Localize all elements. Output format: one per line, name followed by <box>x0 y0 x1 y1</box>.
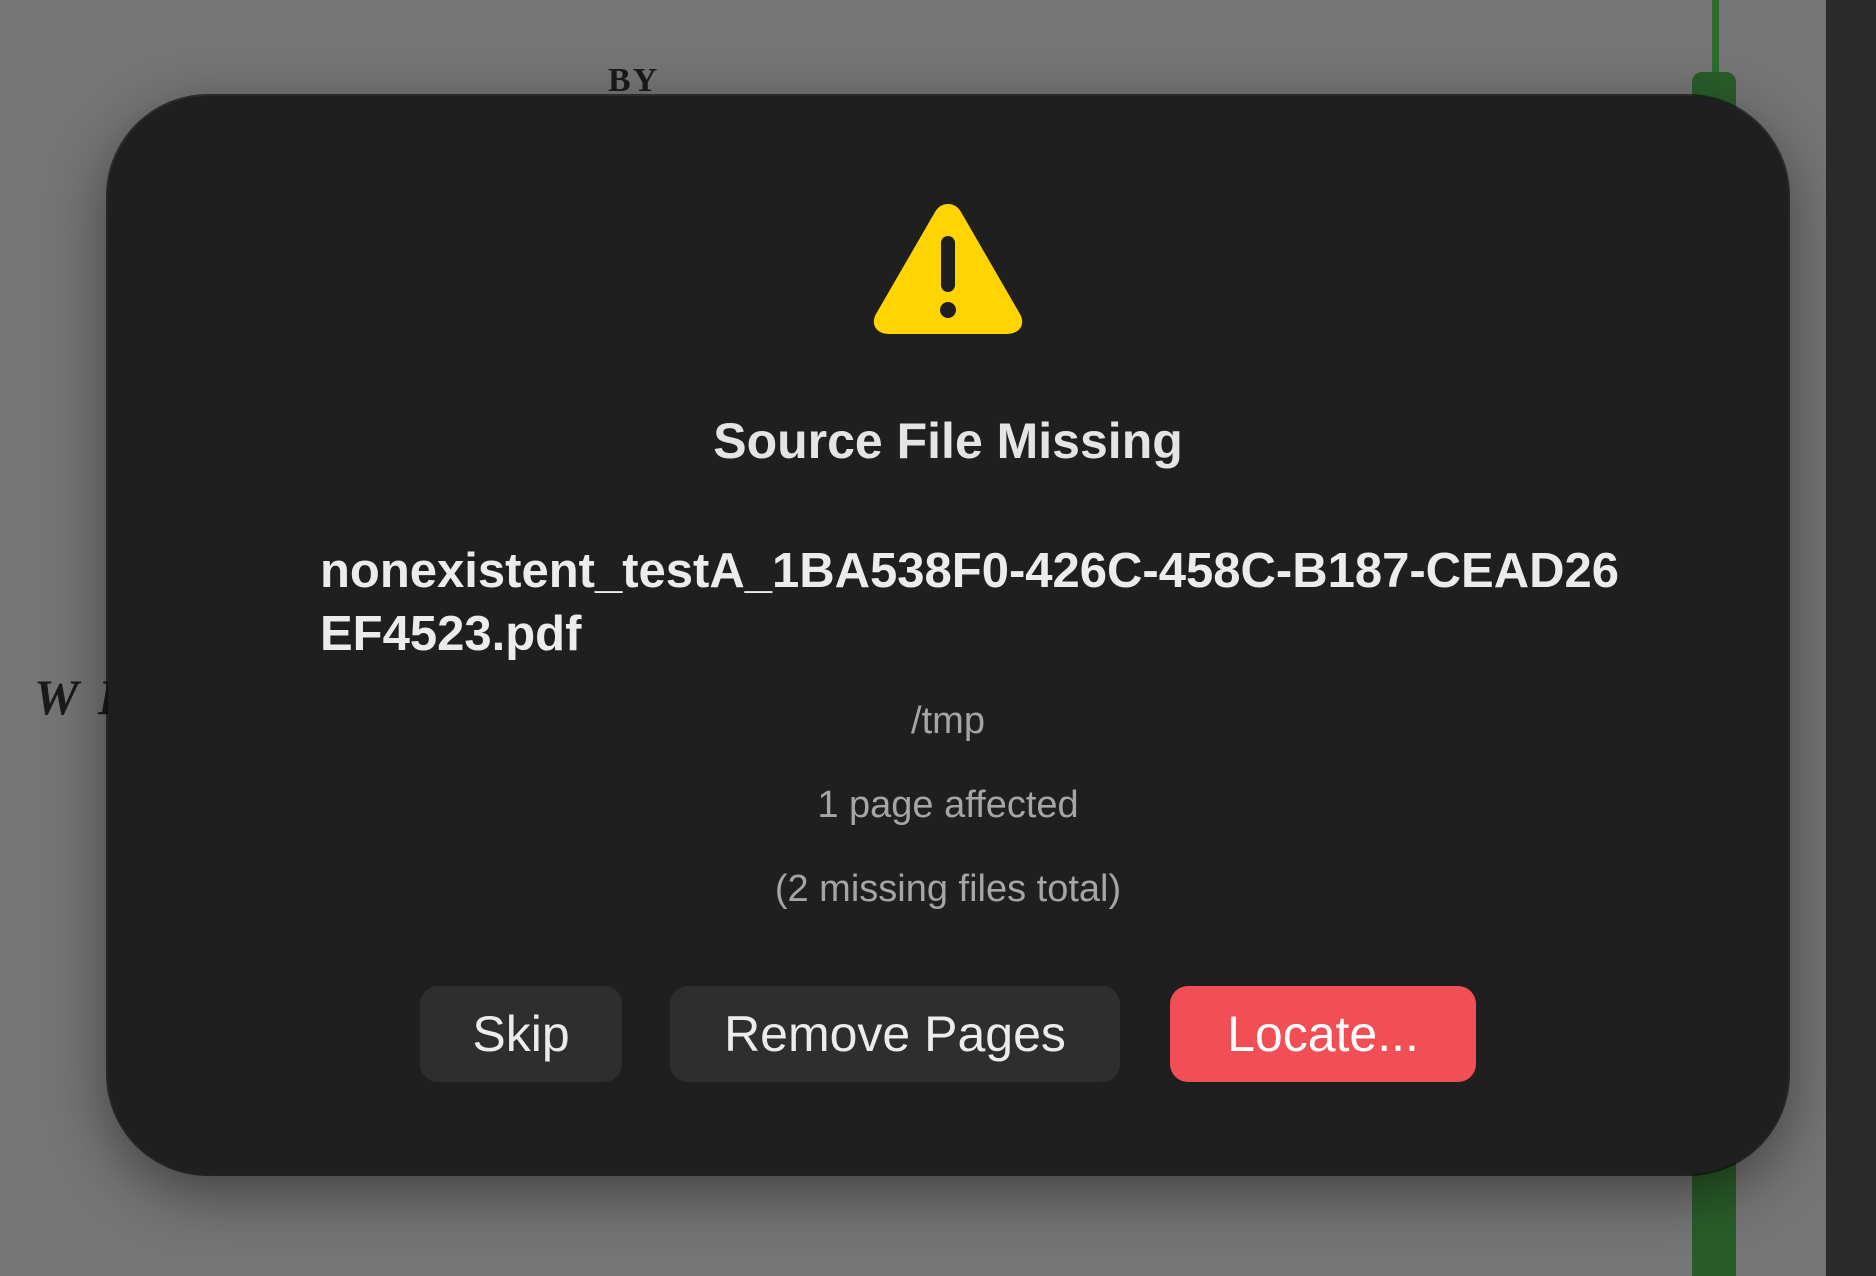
warning-triangle-icon <box>873 204 1023 334</box>
locate-button[interactable]: Locate... <box>1170 986 1476 1082</box>
dialog-title: Source File Missing <box>713 413 1183 469</box>
file-path: /tmp <box>911 700 985 742</box>
background-green-line <box>1712 0 1719 80</box>
missing-filename: nonexistent_testA_1BA538F0-426C-458C-B18… <box>320 544 1620 661</box>
missing-file-dialog: Source File Missing nonexistent_testA_1B… <box>108 96 1788 1174</box>
window-edge-strip <box>1826 0 1876 1276</box>
skip-button[interactable]: Skip <box>420 986 622 1082</box>
background-document-text: BY <box>608 62 660 99</box>
remove-pages-button[interactable]: Remove Pages <box>670 986 1120 1082</box>
pages-affected-text: 1 page affected <box>817 784 1079 826</box>
total-missing-text: (2 missing files total) <box>774 868 1122 910</box>
